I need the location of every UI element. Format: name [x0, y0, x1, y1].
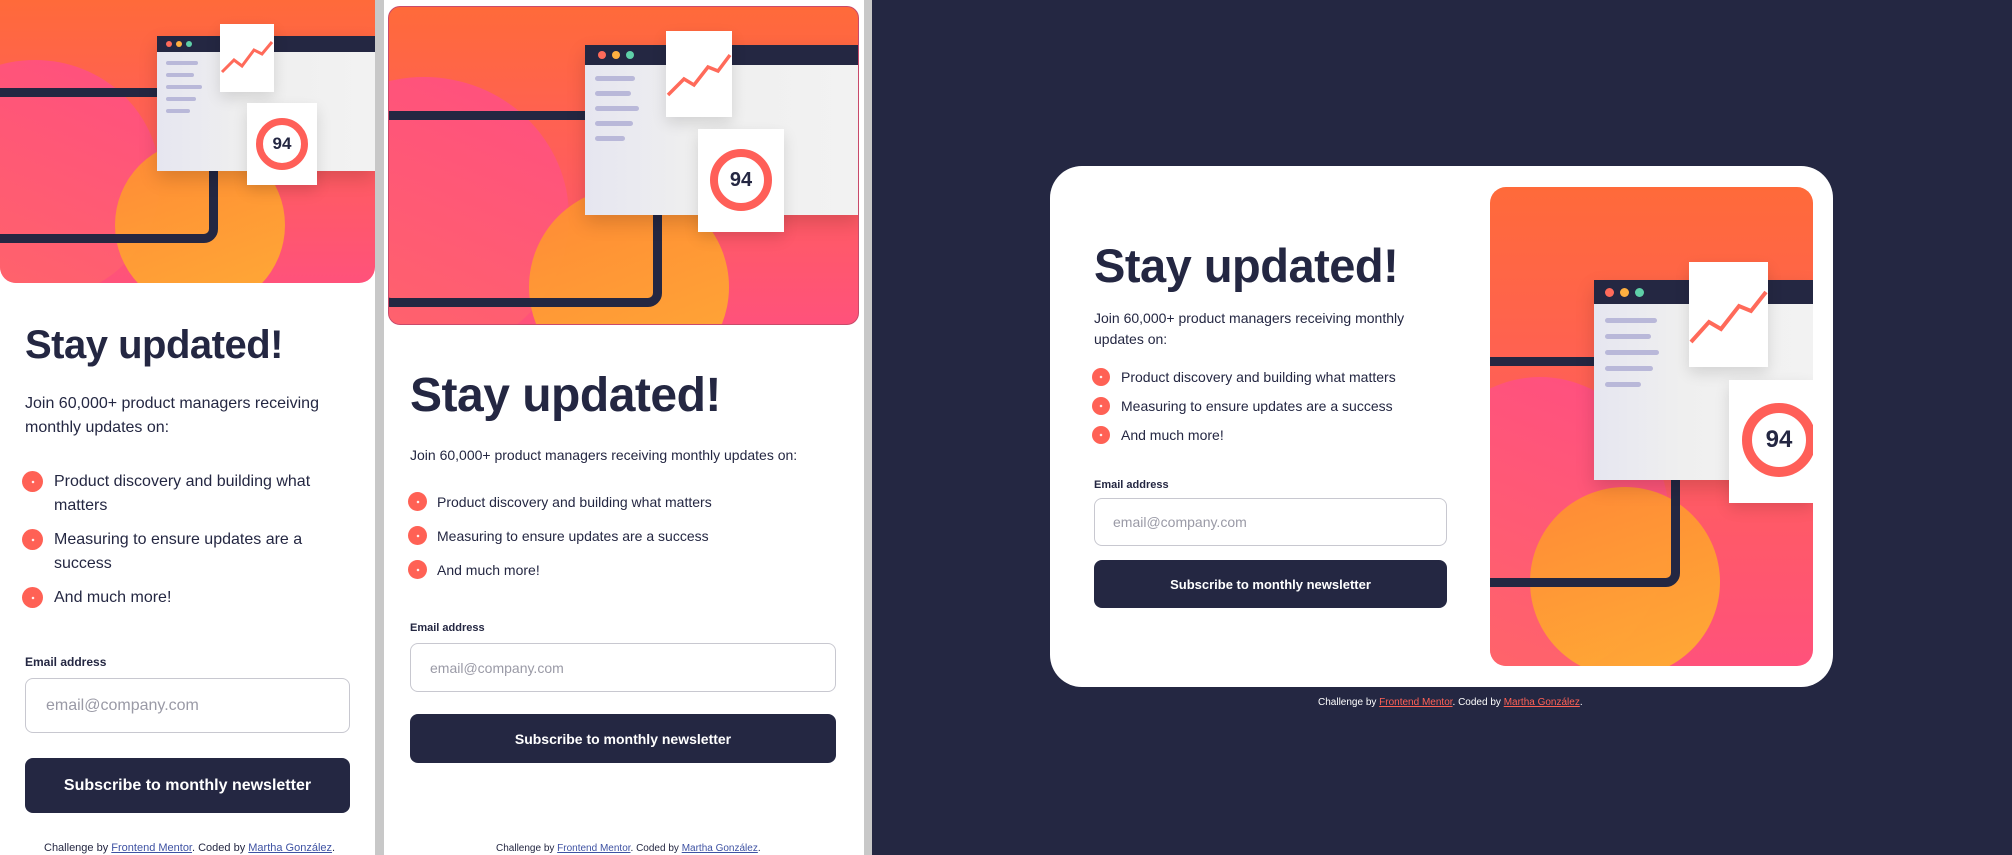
check-icon [22, 587, 43, 608]
feature-text: Product discovery and building what matt… [54, 473, 311, 514]
check-icon [22, 471, 43, 492]
score-card: 94 [1729, 380, 1813, 503]
score-value: 94 [272, 134, 292, 153]
frontend-mentor-link[interactable]: Frontend Mentor [111, 842, 192, 854]
mobile-preview: 94 Stay updated! Join 60,000+ product ma… [0, 0, 375, 855]
intro-text: Join 60,000+ product managers receiving … [1094, 310, 1405, 347]
feature-text: Measuring to ensure updates are a succes… [437, 528, 709, 544]
preview-divider [864, 0, 872, 855]
feature-text: Product discovery and building what matt… [1121, 369, 1396, 385]
author-link[interactable]: Martha González [1504, 697, 1580, 708]
feature-text: And much more! [437, 562, 540, 578]
window-dot-icon [176, 41, 182, 47]
window-dot-icon [1635, 288, 1644, 297]
score-ring-icon: 94 [256, 118, 308, 170]
subscribe-button[interactable]: Subscribe to monthly newsletter [410, 714, 836, 763]
tablet-preview: 94 Stay updated! Join 60,000+ product ma… [384, 0, 864, 855]
subscribe-button[interactable]: Subscribe to monthly newsletter [25, 758, 350, 813]
window-dot-icon [612, 51, 620, 59]
window-dot-icon [626, 51, 634, 59]
attribution-footer: Challenge by Frontend Mentor. Coded by M… [44, 842, 336, 854]
feature-text: Measuring to ensure updates are a succes… [1121, 398, 1393, 414]
features-list: Product discovery and building what matt… [408, 492, 838, 580]
window-dot-icon [166, 41, 172, 47]
list-item: And much more! [408, 560, 838, 580]
attribution-footer: Challenge by Frontend Mentor. Coded by M… [1318, 697, 1583, 708]
list-item: Measuring to ensure updates are a succes… [1092, 397, 1452, 415]
email-input[interactable]: email@company.com [25, 678, 350, 733]
email-label: Email address [1094, 479, 1169, 491]
check-icon [1092, 397, 1110, 415]
feature-text: And much more! [54, 589, 172, 606]
frontend-mentor-link[interactable]: Frontend Mentor [557, 843, 630, 854]
score-ring-icon: 94 [1742, 403, 1813, 477]
email-label: Email address [410, 622, 485, 634]
feature-text: Product discovery and building what matt… [437, 494, 712, 510]
features-list: Product discovery and building what matt… [22, 470, 342, 610]
preview-divider [375, 0, 384, 855]
trend-chart-icon [1689, 262, 1768, 367]
check-icon [408, 492, 427, 511]
attribution-footer: Challenge by Frontend Mentor. Coded by M… [496, 843, 761, 854]
check-icon [22, 529, 43, 550]
hero-illustration: 94 [388, 6, 859, 325]
newsletter-card: Stay updated! Join 60,000+ product manag… [1050, 166, 1833, 687]
list-item: Product discovery and building what matt… [1092, 368, 1452, 386]
email-input[interactable]: email@company.com [410, 643, 836, 692]
window-dot-icon [598, 51, 606, 59]
list-item: And much more! [1092, 426, 1452, 444]
list-item: And much more! [22, 586, 342, 610]
score-card: 94 [698, 129, 784, 232]
window-dot-icon [186, 41, 192, 47]
desktop-preview: Stay updated! Join 60,000+ product manag… [872, 0, 2012, 855]
window-dot-icon [1605, 288, 1614, 297]
trend-chart-icon [220, 24, 274, 92]
score-value: 94 [1765, 426, 1793, 453]
author-link[interactable]: Martha González [248, 842, 332, 854]
score-card: 94 [247, 103, 317, 185]
check-icon [408, 560, 427, 579]
page-title: Stay updated! [25, 323, 283, 367]
page-title: Stay updated! [1094, 239, 1399, 292]
intro-text: Join 60,000+ product managers receiving … [25, 395, 319, 436]
feature-text: Measuring to ensure updates are a succes… [54, 531, 303, 572]
subscribe-button[interactable]: Subscribe to monthly newsletter [1094, 560, 1447, 608]
feature-text: And much more! [1121, 427, 1224, 443]
list-item: Measuring to ensure updates are a succes… [22, 528, 342, 576]
score-value: 94 [729, 168, 753, 191]
hero-illustration: 94 [1490, 187, 1813, 666]
email-input[interactable]: email@company.com [1094, 498, 1447, 546]
check-icon [1092, 368, 1110, 386]
intro-text: Join 60,000+ product managers receiving … [410, 447, 798, 463]
features-list: Product discovery and building what matt… [1092, 368, 1452, 444]
list-item: Product discovery and building what matt… [22, 470, 342, 518]
score-ring-icon: 94 [710, 149, 772, 211]
trend-chart-icon [666, 31, 732, 117]
window-dot-icon [1620, 288, 1629, 297]
check-icon [1092, 426, 1110, 444]
author-link[interactable]: Martha González [682, 843, 758, 854]
list-item: Product discovery and building what matt… [408, 492, 838, 512]
list-item: Measuring to ensure updates are a succes… [408, 526, 838, 546]
check-icon [408, 526, 427, 545]
page-title: Stay updated! [410, 369, 721, 422]
hero-illustration: 94 [0, 0, 375, 283]
frontend-mentor-link[interactable]: Frontend Mentor [1379, 697, 1452, 708]
email-label: Email address [25, 655, 107, 669]
